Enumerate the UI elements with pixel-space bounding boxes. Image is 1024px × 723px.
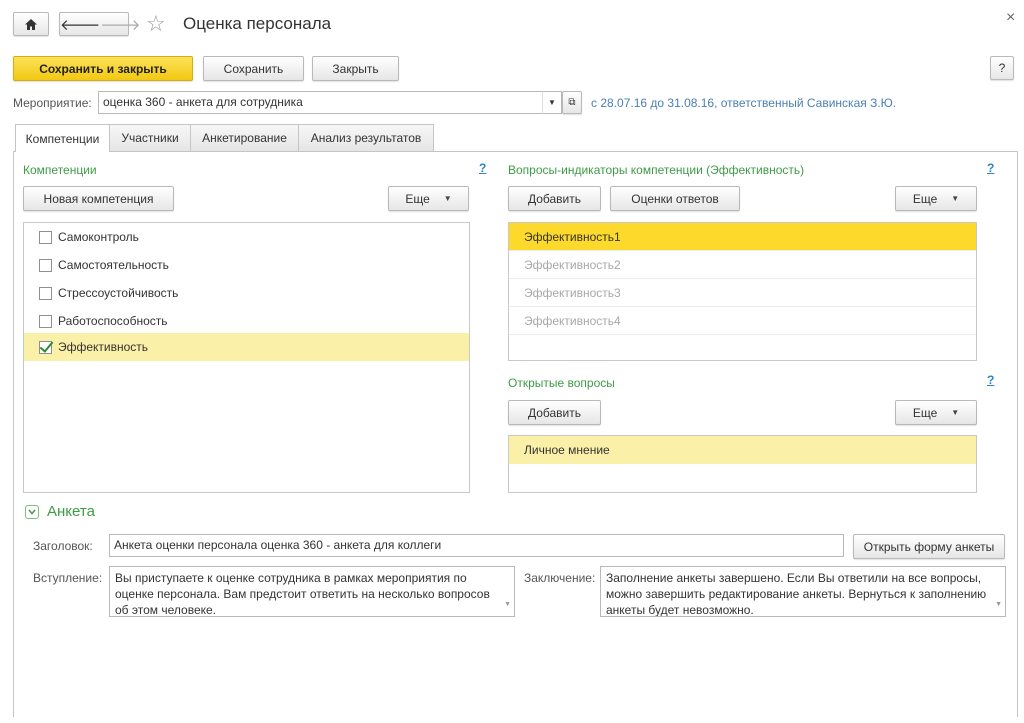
competencies-more-button[interactable]: Еще ▼ xyxy=(388,186,469,211)
open-survey-form-button[interactable]: Открыть форму анкеты xyxy=(853,534,1005,559)
checkbox[interactable] xyxy=(39,258,52,272)
help-button[interactable]: ? xyxy=(990,56,1014,80)
survey-intro-text: Вы приступаете к оценке сотрудника в рам… xyxy=(115,571,490,617)
tab-participants[interactable]: Участники xyxy=(109,124,191,151)
checkbox[interactable] xyxy=(39,230,52,244)
competencies-help-icon[interactable]: ? xyxy=(479,161,486,175)
open-questions-more-button[interactable]: Еще ▼ xyxy=(895,400,977,425)
survey-header-label: Заголовок: xyxy=(33,539,93,553)
close-icon[interactable]: × xyxy=(1006,9,1015,27)
new-competency-button[interactable]: Новая компетенция xyxy=(23,186,174,211)
list-item[interactable]: Работоспособность xyxy=(24,307,469,335)
nav-buttons: 🡐 🡒 xyxy=(59,12,140,36)
chevron-down-icon: ▼ xyxy=(951,194,960,203)
table-row-selected[interactable]: Эффективность1 xyxy=(509,223,976,251)
event-open-button[interactable]: ⧉ xyxy=(562,91,582,114)
scroll-down-icon[interactable]: ▼ xyxy=(995,597,1002,613)
open-questions-help-icon[interactable]: ? xyxy=(987,373,994,387)
survey-section-title[interactable]: Анкета xyxy=(47,503,95,520)
survey-header-field[interactable]: Анкета оценки персонала оценка 360 - анк… xyxy=(109,534,844,557)
list-item[interactable]: Самоконтроль xyxy=(24,223,469,251)
event-value: оценка 360 - анкета для сотрудника xyxy=(103,95,303,109)
tab-competencies[interactable]: Компетенции xyxy=(15,124,110,152)
table-row[interactable]: Эффективность4 xyxy=(509,307,976,335)
checkbox[interactable] xyxy=(39,286,52,300)
event-label: Мероприятие: xyxy=(13,96,92,110)
survey-conclusion-text: Заполнение анкеты завершено. Если Вы отв… xyxy=(606,571,987,617)
arrow-left-icon[interactable]: 🡐 xyxy=(60,15,100,34)
list-item[interactable]: Стрессоустойчивость xyxy=(24,279,469,307)
checkbox-checked[interactable] xyxy=(39,340,52,354)
indicators-more-button[interactable]: Еще ▼ xyxy=(895,186,977,211)
list-item-label: Самоконтроль xyxy=(58,230,139,244)
more-label: Еще xyxy=(912,405,938,420)
survey-intro-field[interactable]: Вы приступаете к оценке сотрудника в рам… xyxy=(109,566,515,617)
save-button[interactable]: Сохранить xyxy=(203,56,304,81)
answer-rates-button[interactable]: Оценки ответов xyxy=(610,186,740,211)
list-item-label: Эффективность xyxy=(58,340,149,354)
table-row-selected[interactable]: Личное мнение xyxy=(509,436,976,464)
list-item-label: Работоспособность xyxy=(58,314,168,328)
table-row[interactable]: Эффективность2 xyxy=(509,251,976,279)
open-questions-title: Открытые вопросы xyxy=(508,376,615,390)
event-dropdown-button[interactable]: ▼ xyxy=(542,91,562,114)
list-item-selected[interactable]: Эффективность xyxy=(24,333,469,361)
add-open-question-button[interactable]: Добавить xyxy=(508,400,601,425)
open-window-icon: ⧉ xyxy=(568,97,576,108)
page-title: Оценка персонала xyxy=(183,14,332,33)
star-icon[interactable]: ☆ xyxy=(146,11,166,37)
arrow-right-icon[interactable]: 🡒 xyxy=(100,15,140,34)
indicators-list: Эффективность1 Эффективность2 Эффективно… xyxy=(508,222,977,361)
tab-analysis[interactable]: Анализ результатов xyxy=(298,124,434,151)
scroll-down-icon[interactable]: ▼ xyxy=(504,597,511,613)
list-item-label: Самостоятельность xyxy=(58,258,169,272)
indicators-title: Вопросы-индикаторы компетенции (Эффектив… xyxy=(508,163,805,177)
event-info: с 28.07.16 до 31.08.16, ответственный Са… xyxy=(591,96,897,110)
home-icon xyxy=(25,18,37,30)
add-indicator-button[interactable]: Добавить xyxy=(508,186,601,211)
survey-conclusion-field[interactable]: Заполнение анкеты завершено. Если Вы отв… xyxy=(600,566,1006,617)
list-item-label: Стрессоустойчивость xyxy=(58,286,179,300)
competencies-title: Компетенции xyxy=(23,163,97,177)
open-questions-list: Личное мнение xyxy=(508,435,977,493)
indicators-help-icon[interactable]: ? xyxy=(987,161,994,175)
tab-survey[interactable]: Анкетирование xyxy=(190,124,299,151)
home-button[interactable] xyxy=(13,12,49,36)
competencies-list: Самоконтроль Самостоятельность Стрессоус… xyxy=(23,222,470,493)
event-field[interactable]: оценка 360 - анкета для сотрудника xyxy=(98,91,562,114)
list-item[interactable]: Самостоятельность xyxy=(24,251,469,279)
chevron-down-icon: ▼ xyxy=(548,98,556,107)
survey-collapse-icon[interactable] xyxy=(25,505,39,519)
survey-conclusion-label: Заключение: xyxy=(524,571,596,585)
close-button[interactable]: Закрыть xyxy=(312,56,399,81)
survey-intro-label: Вступление: xyxy=(33,571,103,585)
chevron-down-icon: ▼ xyxy=(951,408,960,417)
chevron-down-icon: ▼ xyxy=(443,194,452,203)
checkbox[interactable] xyxy=(39,314,52,328)
save-and-close-button[interactable]: Сохранить и закрыть xyxy=(13,56,193,81)
more-label: Еще xyxy=(912,191,938,206)
table-row[interactable]: Эффективность3 xyxy=(509,279,976,307)
more-label: Еще xyxy=(405,191,430,206)
